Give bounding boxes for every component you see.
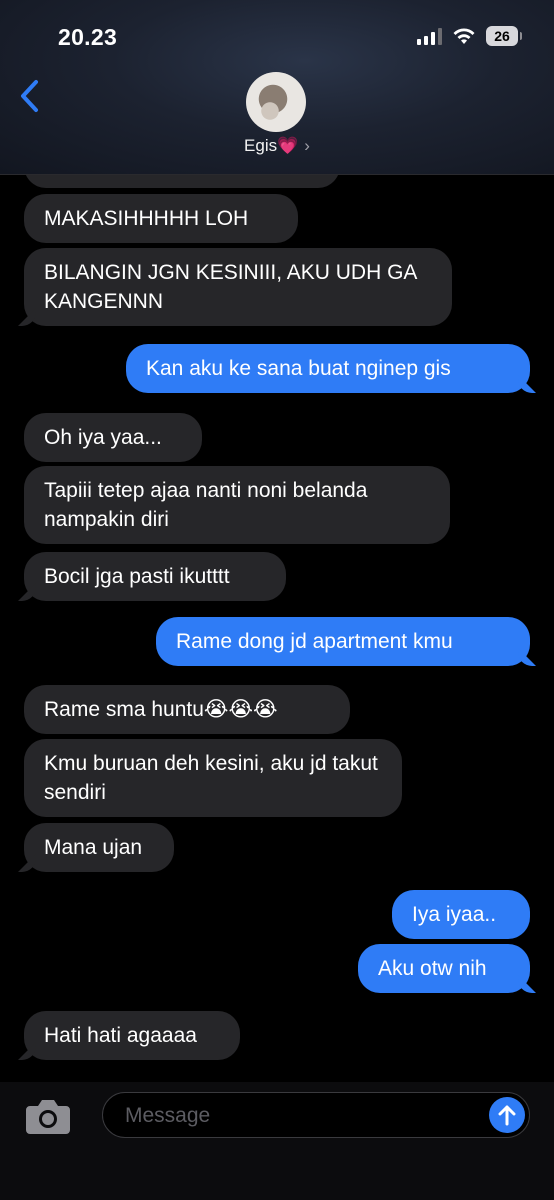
message-bubble-outgoing[interactable]: Iya iyaa.. [392, 890, 530, 939]
message-bubble-outgoing[interactable]: Rame dong jd apartment kmu [156, 617, 530, 666]
back-button[interactable] [16, 78, 46, 114]
wifi-icon [453, 28, 475, 44]
battery-icon: 26 [486, 26, 522, 46]
camera-button[interactable] [24, 1096, 72, 1136]
contact-name: Egis💗 [244, 136, 299, 155]
message-input[interactable] [123, 1103, 467, 1129]
send-button[interactable] [489, 1097, 525, 1133]
message-bubble-incoming[interactable]: BILANGIN JGN KESINIII, AKU UDH GA KANGEN… [24, 248, 452, 326]
message-bubble-incoming[interactable]: Bocil jga pasti ikutttt [24, 552, 286, 601]
camera-icon [26, 1100, 70, 1134]
contact-name-button[interactable]: Egis💗 › [0, 136, 554, 156]
message-bubble-incoming[interactable]: Oh iya yaa... [24, 413, 202, 462]
message-bubble-incoming[interactable]: Rame sma huntu😭😭😭 [24, 685, 350, 734]
chevron-left-icon [21, 80, 38, 112]
chevron-right-icon: › [304, 136, 310, 155]
status-time: 20.23 [58, 24, 118, 50]
message-bubble-incoming[interactable]: MAKASIHHHHH LOH [24, 194, 298, 243]
message-bubble-incoming[interactable]: Mana ujan [24, 823, 174, 872]
message-bubble-incoming[interactable]: Hati hati agaaaa [24, 1011, 240, 1060]
message-bubble-incoming[interactable]: Kmu buruan deh kesini, aku jd takut send… [24, 739, 402, 817]
message-bubble-outgoing[interactable]: Aku otw nih [358, 944, 530, 993]
cellular-signal-icon [417, 27, 442, 45]
message-field[interactable] [102, 1092, 530, 1138]
message-bubble-incoming[interactable]: Tapiii tetep ajaa nanti noni belanda nam… [24, 466, 450, 544]
conversation-header: 20.23 26 Egis💗 › [0, 0, 554, 175]
contact-avatar[interactable] [246, 72, 306, 132]
message-bubble-outgoing[interactable]: Kan aku ke sana buat nginep gis [126, 344, 530, 393]
status-icons: 26 [417, 26, 522, 46]
composer-bar [0, 1082, 554, 1200]
arrow-up-icon [498, 1105, 516, 1126]
